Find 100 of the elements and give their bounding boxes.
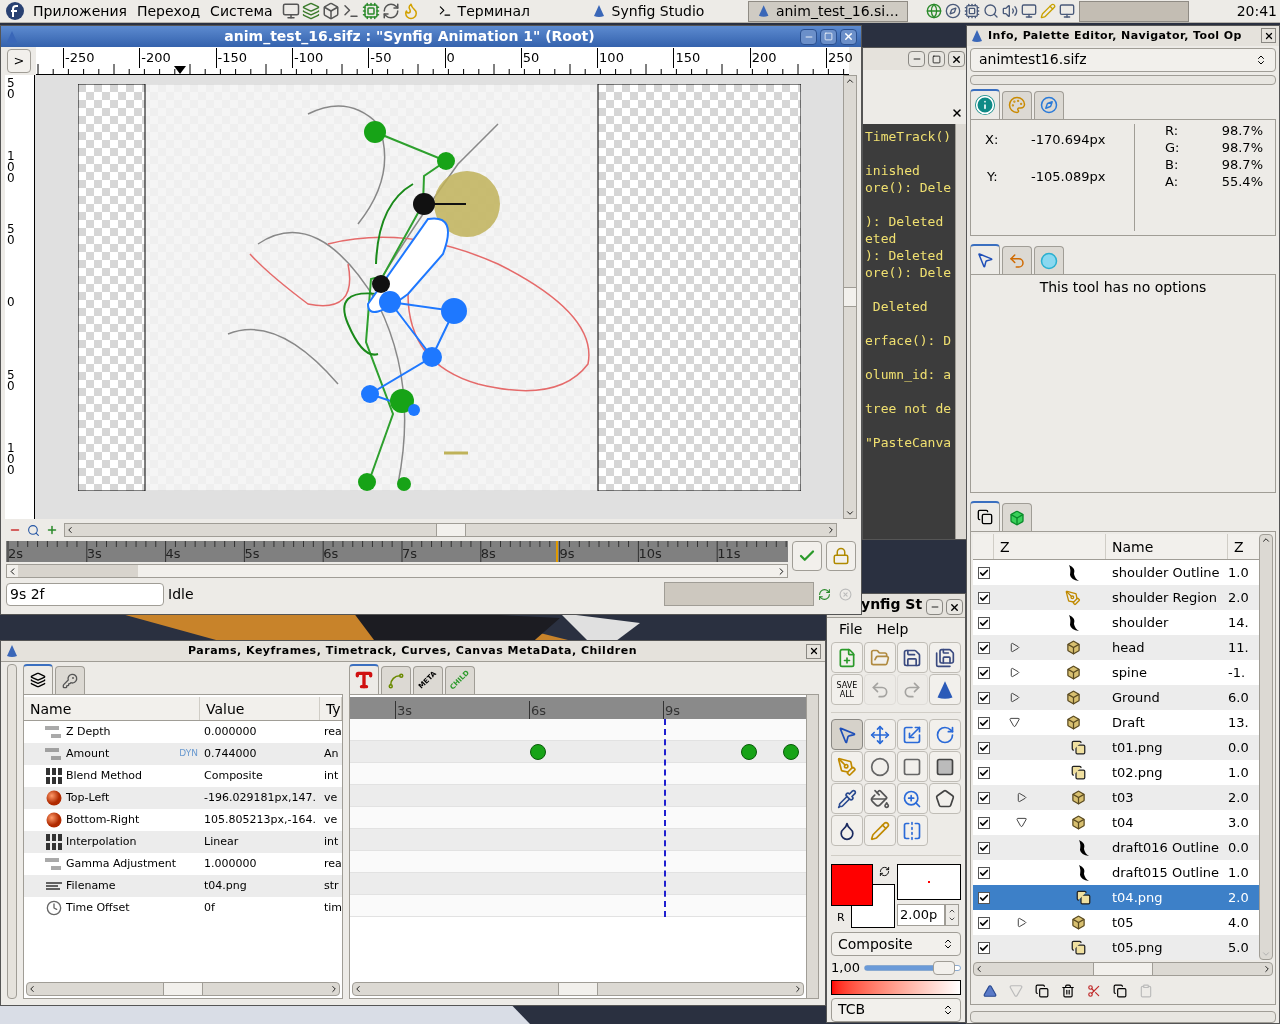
tool-options-text: This tool has no options bbox=[1039, 278, 1207, 298]
window-title: Params, Keyframes, Timetrack, Curves, Canvas MetaData, Children bbox=[187, 642, 638, 659]
layer-row[interactable]: t05.png 5.0 bbox=[973, 935, 1259, 961]
layer-row[interactable]: t01.png 0.0 bbox=[973, 735, 1259, 761]
timebar-label: 10s bbox=[638, 545, 662, 563]
toggle-button[interactable]: > bbox=[7, 49, 31, 73]
param-value[interactable]: 0.000000 bbox=[200, 723, 320, 741]
terminal-line: Deleted bbox=[871, 298, 929, 315]
terminal-line: ore(): Dele bbox=[865, 179, 953, 196]
layer-name: draft015 Outline bbox=[1111, 863, 1220, 882]
taskbar-button[interactable]: Synfig Studio bbox=[583, 0, 744, 22]
ruler-label: 100 bbox=[597, 48, 624, 68]
coordinate-value: -170.694px bbox=[1030, 130, 1106, 149]
width-field[interactable]: 2.00p bbox=[897, 904, 945, 926]
layer-row[interactable]: t03 2.0 bbox=[973, 785, 1259, 811]
taskbar-button[interactable]: anim_test_16.si... bbox=[747, 0, 908, 22]
ruler-label: 0 bbox=[7, 297, 16, 308]
time-field[interactable]: 9s 2f bbox=[6, 582, 164, 606]
param-value[interactable]: 105.805213px,-164. bbox=[200, 811, 320, 829]
panel-menu[interactable]: Приложения bbox=[28, 0, 132, 22]
terminal-line: olumn_id: a bbox=[865, 366, 953, 383]
ruler-label: -100 bbox=[291, 48, 324, 68]
coordinate-value: -105.089px bbox=[1030, 168, 1106, 187]
param-type: str bbox=[323, 877, 340, 894]
channel-value: 98.7% bbox=[1220, 121, 1263, 139]
param-type: rea bbox=[323, 855, 342, 872]
param-name: Filename bbox=[66, 877, 116, 894]
channel-value: 98.7% bbox=[1220, 138, 1263, 156]
column-header[interactable]: Name bbox=[1105, 534, 1227, 560]
param-value[interactable]: 0f bbox=[199, 899, 320, 917]
column-header[interactable]: Ty bbox=[320, 697, 342, 720]
layer-name: head bbox=[1111, 638, 1146, 657]
timebar-label: 3s bbox=[86, 545, 102, 563]
layer-name: shoulder Region bbox=[1111, 588, 1219, 607]
dynamic-label: DYN bbox=[179, 747, 198, 761]
timebar-label: 4s bbox=[165, 545, 181, 563]
terminal-line: tree not de bbox=[865, 400, 953, 417]
layer-z-depth: 3.0 bbox=[1228, 813, 1250, 832]
layer-row[interactable]: draft016 Outline 0.0 bbox=[973, 835, 1259, 861]
blend-method-select[interactable]: Composite bbox=[831, 932, 961, 957]
layer-z-depth: 2.0 bbox=[1228, 588, 1250, 607]
layer-z-depth: 4.0 bbox=[1228, 913, 1250, 932]
param-type: rea bbox=[323, 723, 342, 740]
layer-z-depth: 1.0 bbox=[1228, 563, 1250, 582]
param-value[interactable]: t04.png bbox=[200, 877, 320, 895]
clock: 20:41 bbox=[1236, 1, 1277, 21]
layer-name: t02.png bbox=[1111, 763, 1164, 782]
interpolation-select[interactable]: TCB bbox=[831, 997, 961, 1022]
timebar[interactable]: 2s 3s 4s 5s 6s 7s 8s 9s 10s 11s bbox=[6, 541, 788, 562]
terminal-line: "PasteCanva bbox=[865, 434, 953, 451]
column-header[interactable]: Name bbox=[24, 697, 200, 720]
param-value[interactable]: Linear bbox=[200, 833, 320, 851]
layer-row[interactable]: t04.png 2.0 bbox=[973, 885, 1259, 911]
channel-label: R: bbox=[1164, 121, 1179, 139]
layer-name: Draft bbox=[1111, 713, 1146, 732]
layer-z-depth: -1. bbox=[1228, 663, 1247, 682]
param-value[interactable]: Composite bbox=[200, 767, 320, 785]
column-header[interactable]: Value bbox=[200, 697, 320, 720]
ruler-label: 250 bbox=[826, 48, 853, 68]
menu-item[interactable]: File bbox=[839, 619, 863, 641]
layer-name: spine bbox=[1111, 663, 1148, 682]
channel-label: B: bbox=[1164, 155, 1180, 173]
channel-label: A: bbox=[1164, 172, 1180, 190]
param-name: Gamma Adjustment bbox=[66, 855, 177, 872]
layer-z-depth: 0.0 bbox=[1228, 838, 1250, 857]
taskbar-button[interactable]: Терминал bbox=[429, 0, 580, 22]
param-value[interactable]: 1.000000 bbox=[200, 855, 320, 873]
coordinate-label: Y: bbox=[986, 168, 999, 187]
param-type: int bbox=[323, 833, 340, 850]
opacity-value: 1,00 bbox=[831, 959, 860, 978]
file-select[interactable]: animtest16.sifz bbox=[970, 47, 1276, 72]
param-name: Z Depth bbox=[66, 723, 111, 740]
layer-z-depth: 13. bbox=[1228, 713, 1250, 732]
reset-colors-button[interactable]: R bbox=[837, 910, 845, 927]
layer-name: shoulder bbox=[1111, 613, 1170, 632]
column-header[interactable]: Z bbox=[993, 534, 1105, 560]
channel-value: 98.7% bbox=[1220, 155, 1263, 173]
ruler-label: 50 bbox=[520, 48, 540, 68]
layer-row[interactable]: Ground 6.0 bbox=[973, 685, 1259, 711]
layer-row[interactable]: shoulder Region 2.0 bbox=[973, 585, 1259, 611]
layer-name: t03 bbox=[1111, 788, 1135, 807]
layer-row[interactable]: head 11. bbox=[973, 635, 1259, 661]
timebar-label: 6s bbox=[323, 545, 339, 563]
param-value[interactable]: 0.744000 bbox=[200, 745, 320, 763]
save-all-button[interactable]: SAVE ALL bbox=[831, 674, 863, 706]
menu-item[interactable]: Help bbox=[876, 619, 909, 641]
panel-menu[interactable]: Система bbox=[205, 0, 278, 22]
param-value[interactable]: -196.029181px,147. bbox=[200, 789, 320, 807]
param-name: Interpolation bbox=[66, 833, 137, 850]
window-title: ynfig St bbox=[861, 595, 924, 614]
ruler-label: -250 bbox=[63, 48, 95, 68]
channel-label: G: bbox=[1164, 138, 1181, 156]
param-type: tim bbox=[322, 899, 342, 916]
layer-name: t04 bbox=[1111, 813, 1135, 832]
timebar-label: 5s bbox=[244, 545, 260, 563]
ruler-label: -50 bbox=[368, 48, 392, 68]
layer-z-depth: 2.0 bbox=[1228, 888, 1250, 907]
layer-z-depth: 1.0 bbox=[1228, 763, 1250, 782]
panel-menu[interactable]: Переход bbox=[131, 0, 206, 22]
param-type: ve bbox=[323, 811, 339, 828]
